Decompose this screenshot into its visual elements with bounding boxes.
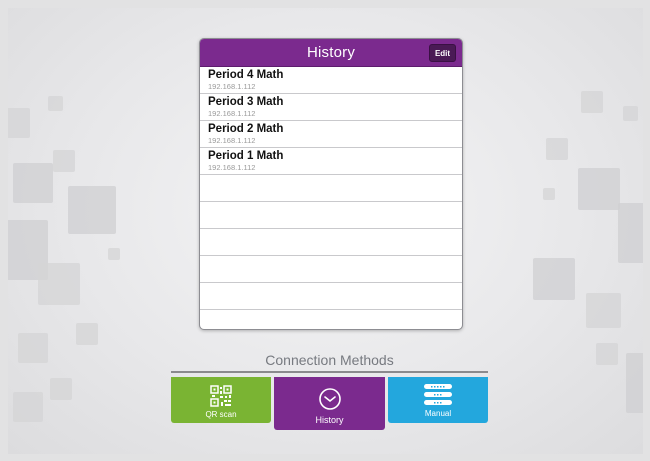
bg-square [13, 392, 43, 422]
bg-square [623, 106, 638, 121]
history-panel: History Edit Period 4 Math 192.168.1.112… [199, 38, 463, 330]
empty-row [200, 283, 462, 310]
tab-history[interactable]: History [274, 377, 385, 430]
bg-square [578, 168, 620, 210]
tab-manual-label: Manual [424, 409, 452, 418]
history-entry-ip: 192.168.1.112 [208, 136, 256, 145]
history-entry[interactable]: Period 4 Math 192.168.1.112 [200, 67, 462, 94]
history-entry-name: Period 4 Math [208, 69, 284, 81]
tab-qr-scan-label: QR scan [205, 410, 237, 419]
edit-button[interactable]: Edit [429, 44, 456, 62]
history-panel-header: History Edit [200, 39, 462, 67]
bg-square [13, 163, 53, 203]
history-entry[interactable]: Period 1 Math 192.168.1.112 [200, 148, 462, 175]
keyboard-icon [424, 384, 452, 405]
bg-square [53, 150, 75, 172]
bg-square [108, 248, 120, 260]
history-entry-name: Period 3 Math [208, 96, 284, 108]
bg-square [50, 378, 72, 400]
history-entry-ip: 192.168.1.112 [208, 163, 256, 172]
history-entry-ip: 192.168.1.112 [208, 109, 256, 118]
history-entry-name: Period 1 Math [208, 150, 284, 162]
empty-row [200, 175, 462, 202]
empty-row [200, 229, 462, 256]
bg-square [18, 333, 48, 363]
tab-qr-scan[interactable]: QR scan [171, 377, 271, 423]
bg-square [38, 263, 80, 305]
bg-square [618, 203, 643, 263]
bg-square [586, 293, 621, 328]
bg-square [48, 96, 63, 111]
bg-square [8, 108, 30, 138]
bg-square [626, 353, 643, 413]
empty-row [200, 310, 462, 329]
history-entry-ip: 192.168.1.112 [208, 82, 256, 91]
history-panel-title: History [306, 44, 356, 61]
connection-methods-divider [171, 371, 488, 373]
bg-square [546, 138, 568, 160]
bg-square [543, 188, 555, 200]
tab-history-label: History [315, 415, 344, 425]
history-entry[interactable]: Period 2 Math 192.168.1.112 [200, 121, 462, 148]
bg-square [533, 258, 575, 300]
bg-square [68, 186, 116, 234]
bg-square [581, 91, 603, 113]
connection-methods-label: Connection Methods [265, 352, 394, 368]
empty-row [200, 202, 462, 229]
bg-square [76, 323, 98, 345]
qr-code-icon [210, 385, 232, 407]
tab-manual[interactable]: Manual [388, 377, 488, 423]
history-entry[interactable]: Period 3 Math 192.168.1.112 [200, 94, 462, 121]
empty-row [200, 256, 462, 283]
history-list: Period 4 Math 192.168.1.112 Period 3 Mat… [200, 67, 462, 329]
bg-square [596, 343, 618, 365]
clock-icon [318, 388, 341, 410]
history-entry-name: Period 2 Math [208, 123, 284, 135]
